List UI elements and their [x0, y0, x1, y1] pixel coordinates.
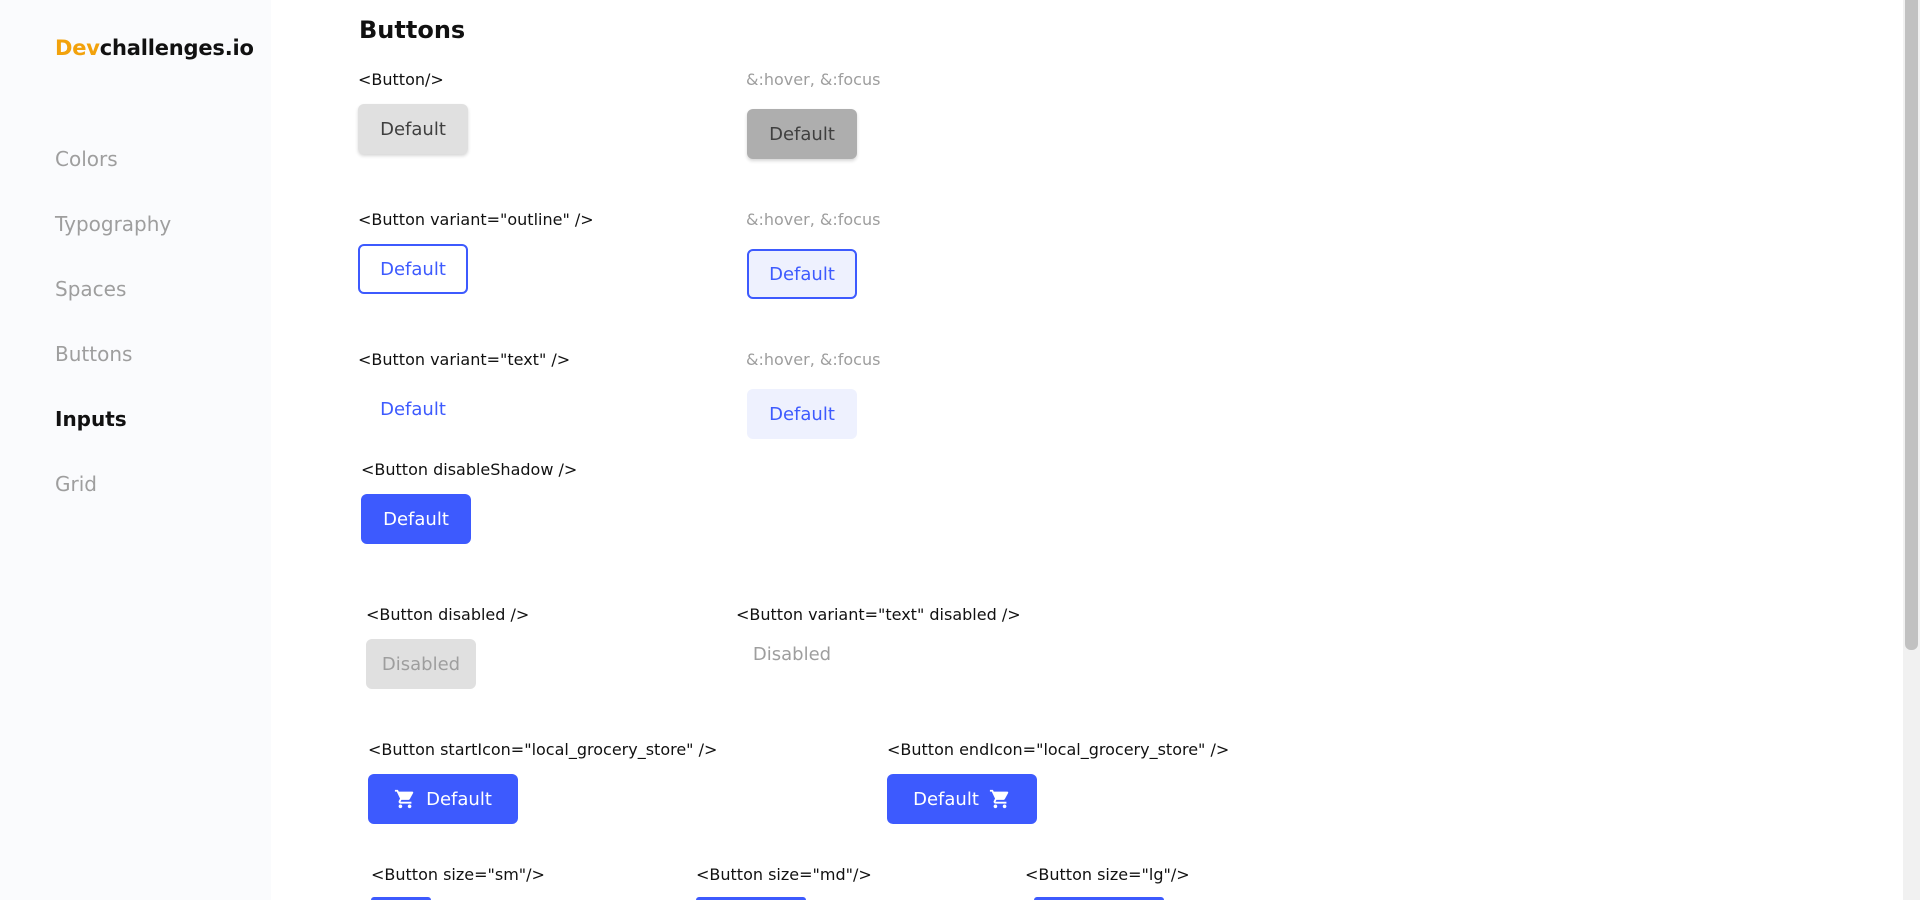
default-button[interactable]: Default — [358, 104, 468, 154]
sidebar-item-typography[interactable]: Typography — [55, 212, 171, 236]
outline-button[interactable]: Default — [358, 244, 468, 294]
disabled-code-label: <Button disabled /> — [366, 605, 530, 624]
size-md-code-label: <Button size="md"/> — [696, 865, 872, 884]
logo-text: challenges.io — [99, 36, 254, 60]
start-icon-code-label: <Button startIcon="local_grocery_store" … — [368, 740, 718, 759]
sidebar-item-grid[interactable]: Grid — [55, 472, 97, 496]
sidebar-item-inputs[interactable]: Inputs — [55, 407, 127, 431]
text-disabled-button: Disabled — [752, 643, 832, 665]
text-hover-label: &:hover, &:focus — [746, 350, 881, 369]
main-content: Buttons <Button/> Default &:hover, &:foc… — [271, 0, 1920, 900]
default-hover-label: &:hover, &:focus — [746, 70, 881, 89]
logo[interactable]: Devchallenges.io — [55, 36, 254, 60]
vertical-scrollbar[interactable] — [1903, 0, 1920, 900]
logo-accent: Dev — [55, 36, 100, 60]
outline-hover-button[interactable]: Default — [747, 249, 857, 299]
sidebar: Devchallenges.io Colors Typography Space… — [0, 0, 271, 900]
text-hover-button[interactable]: Default — [747, 389, 857, 439]
sidebar-item-spaces[interactable]: Spaces — [55, 277, 126, 301]
end-icon-button[interactable]: Default — [887, 774, 1037, 824]
sidebar-item-buttons[interactable]: Buttons — [55, 342, 132, 366]
size-lg-code-label: <Button size="lg"/> — [1025, 865, 1190, 884]
end-icon-code-label: <Button endIcon="local_grocery_store" /> — [887, 740, 1230, 759]
end-icon-button-label: Default — [913, 788, 979, 810]
start-icon-button-label: Default — [426, 788, 492, 810]
page-title: Buttons — [359, 16, 466, 44]
start-icon-button[interactable]: Default — [368, 774, 518, 824]
disable-shadow-button[interactable]: Default — [361, 494, 471, 544]
text-disabled-code-label: <Button variant="text" disabled /> — [736, 605, 1021, 624]
text-button[interactable]: Default — [358, 384, 468, 434]
disabled-button: Disabled — [366, 639, 476, 689]
local-grocery-store-icon — [989, 789, 1009, 809]
sidebar-item-colors[interactable]: Colors — [55, 147, 118, 171]
outline-hover-label: &:hover, &:focus — [746, 210, 881, 229]
scrollbar-thumb[interactable] — [1905, 0, 1918, 650]
default-code-label: <Button/> — [358, 70, 444, 89]
default-hover-button[interactable]: Default — [747, 109, 857, 159]
local-grocery-store-icon — [395, 789, 414, 809]
outline-code-label: <Button variant="outline" /> — [358, 210, 594, 229]
app-root: Devchallenges.io Colors Typography Space… — [0, 0, 1920, 900]
text-code-label: <Button variant="text" /> — [358, 350, 571, 369]
disable-shadow-code-label: <Button disableShadow /> — [361, 460, 578, 479]
size-sm-code-label: <Button size="sm"/> — [371, 865, 545, 884]
